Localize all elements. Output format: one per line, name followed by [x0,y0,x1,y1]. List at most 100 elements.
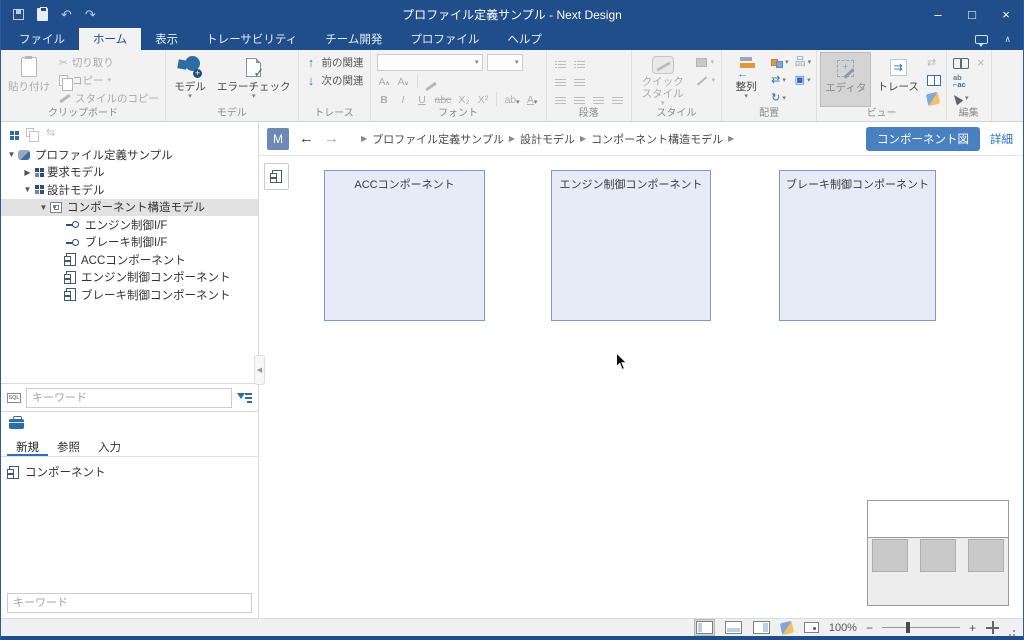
diagram-canvas[interactable]: ACCコンポーネント エンジン制御コンポーネント ブレーキ制御コンポーネント [259,156,1023,618]
save-icon[interactable] [13,9,24,20]
paste-icon[interactable] [37,8,48,21]
toolbox-keyword-input[interactable] [7,593,252,613]
bold-button[interactable]: B [377,91,392,106]
style-copy-button[interactable]: スタイルのコピー [56,90,162,107]
align-left-button[interactable] [553,91,568,106]
font-family-combo[interactable]: ▾ [377,54,483,71]
group-button[interactable]: ▣▾ [793,72,814,89]
bullet-list-button[interactable] [553,55,568,70]
bring-forward-button[interactable]: ▾ [769,54,791,71]
vertical-split-button[interactable] [752,620,771,635]
palette-button[interactable] [264,163,289,190]
tab-view[interactable]: 表示 [141,28,192,50]
node-engine-component[interactable]: エンジン制御コンポーネント [551,170,711,321]
quick-style-button[interactable]: クイックスタイル ▾ [635,52,691,107]
expander-open-icon[interactable]: ▼ [37,203,50,212]
undo-icon[interactable]: ↶ [61,8,72,21]
tab-home[interactable]: ホーム [79,28,141,50]
clear-format-button[interactable] [424,73,439,88]
rotate-button[interactable]: ↻▾ [769,90,791,107]
forward-button[interactable]: → [324,131,339,146]
strikethrough-button[interactable]: abc [434,91,453,106]
align-right-button[interactable] [591,91,606,106]
single-pane-button[interactable] [694,619,715,636]
breadcrumb-item[interactable]: 設計モデル [520,131,575,147]
paste-button[interactable]: 貼り付け [4,52,54,107]
italic-button[interactable]: I [396,91,411,106]
tree-item-component-structure-model[interactable]: ▼ コンポーネント構造モデル [1,199,258,217]
breadcrumb-item[interactable]: コンポーネント構造モデル [591,131,723,147]
next-relation-button[interactable]: ↓次の関連 [302,72,367,89]
font-size-combo[interactable]: ▾ [487,54,523,71]
shrink-font-button[interactable]: A˅ [396,73,411,88]
sync-icon[interactable]: ⇆ [46,126,55,139]
resize-grip[interactable] [1013,630,1015,632]
toolbox-item-component[interactable]: コンポーネント [9,464,250,480]
zoom-out-button[interactable]: − [866,621,873,635]
tree-item-root[interactable]: ▼ プロファイル定義サンプル [1,146,258,164]
keyword-search-input[interactable] [26,388,232,408]
node-brake-component[interactable]: ブレーキ制御コンポーネント [779,170,936,321]
distribute-button[interactable]: ⇄▾ [769,72,791,89]
node-acc-component[interactable]: ACCコンポーネント [324,170,485,321]
numbered-list-button[interactable] [572,55,587,70]
toolbox-tab-reference[interactable]: 参照 [48,435,89,456]
swap-view-button[interactable]: ⇄ [925,54,943,71]
style-mode-button[interactable] [780,621,794,635]
subscript-button[interactable]: X₂ [456,91,471,106]
layout-tree-button[interactable]: 品▾ [793,54,814,71]
component-diagram-button[interactable]: コンポーネント図 [866,127,980,151]
tab-profile[interactable]: プロファイル [396,28,493,50]
grow-font-button[interactable]: A˄ [377,73,392,88]
toolbox-icon[interactable] [9,419,24,429]
error-check-button[interactable]: エラーチェック ▾ [213,52,295,107]
detail-link[interactable]: 詳細 [990,131,1013,147]
highlight-color-button[interactable]: ab▾ [503,91,520,106]
horizontal-split-button[interactable] [724,620,743,635]
indent-button[interactable] [572,73,587,88]
split-view-button[interactable] [925,72,943,89]
tree-item-brake-component[interactable]: ブレーキ制御コンポーネント [1,286,258,304]
zoom-in-button[interactable]: + [969,621,976,635]
model-button[interactable]: + モデル ▾ [169,52,211,107]
align-center-button[interactable] [572,91,587,106]
expander-open-icon[interactable]: ▼ [21,185,34,194]
close-button[interactable]: × [989,0,1023,28]
zoom-slider-thumb[interactable] [906,622,910,633]
tree-item-brake-if[interactable]: ブレーキ制御I/F [1,234,258,252]
toolbox-tab-input[interactable]: 入力 [89,435,130,456]
expander-open-icon[interactable]: ▼ [5,150,18,159]
shape-line-button[interactable]: ▾ [693,72,719,89]
tab-help[interactable]: ヘルプ [493,28,556,50]
tab-team[interactable]: チーム開発 [311,28,396,50]
select-button[interactable]: ▾ [950,90,972,107]
collapse-ribbon-icon[interactable]: ∧ [1004,34,1011,45]
toolbox-tab-new[interactable]: 新規 [7,435,48,456]
back-button[interactable]: ← [299,131,314,146]
zoom-slider[interactable] [882,627,960,628]
minimap[interactable] [867,500,1009,606]
filter-icon[interactable] [237,392,252,404]
feedback-icon[interactable] [975,35,988,44]
font-color-button[interactable]: A▾ [525,91,540,106]
underline-button[interactable]: U [415,91,430,106]
tree-item-engine-if[interactable]: エンジン制御I/F [1,216,258,234]
outdent-button[interactable] [553,73,568,88]
expander-closed-icon[interactable]: ▶ [21,168,34,177]
model-navigator-icon[interactable] [10,131,14,135]
shape-fill-button[interactable]: ▾ [693,54,719,71]
cut-button[interactable]: ✂切り取り [56,54,162,71]
panel-collapse-handle[interactable]: ◀ [254,355,265,385]
tree-item-acc-component[interactable]: ACCコンポーネント [1,251,258,269]
justify-button[interactable] [610,91,625,106]
prev-relation-button[interactable]: ↑前の関連 [302,54,367,71]
tree-item-design-model[interactable]: ▼ 設計モデル [1,181,258,199]
trace-view-button[interactable]: ⇉ トレース [873,52,922,107]
view-style-button[interactable] [925,90,943,107]
minimize-button[interactable]: – [921,0,955,28]
copy-button[interactable]: コピー▾ [56,72,162,89]
find-button[interactable] [950,54,972,71]
editor-view-button[interactable]: エディタ [820,52,871,107]
delete-button[interactable]: × [974,54,988,71]
breadcrumb-item[interactable]: プロファイル定義サンプル [372,131,504,147]
